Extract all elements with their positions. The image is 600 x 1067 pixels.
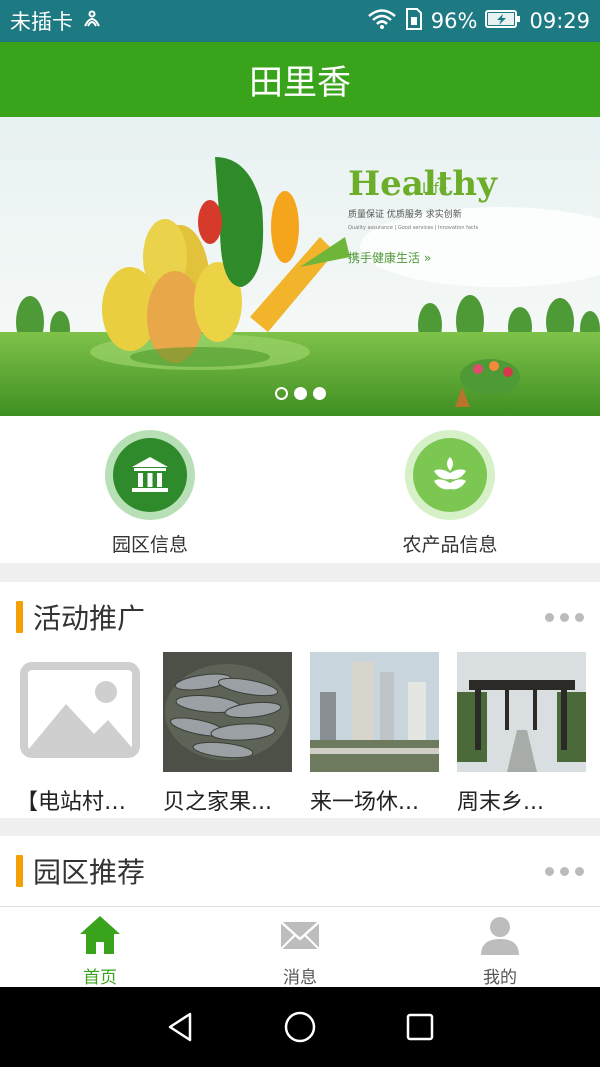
activity-caption: 来一场休... (310, 790, 419, 815)
system-nav-bar (0, 987, 600, 1067)
parks-section: 园区推荐 (0, 836, 600, 906)
section-accent-bar (16, 855, 23, 887)
city-photo (310, 652, 439, 772)
sim-card-icon (405, 7, 423, 36)
wheat-icon (413, 438, 487, 512)
app-header: 田里香 (0, 42, 600, 117)
gate-photo (457, 652, 586, 772)
activity-caption: 周末乡... (457, 790, 544, 815)
product-info-label: 农产品信息 (402, 534, 498, 556)
clock: 09:29 (529, 9, 590, 33)
fish-photo (163, 652, 292, 772)
parks-more-button[interactable] (545, 866, 584, 876)
product-info-button[interactable]: 农产品信息 (300, 416, 600, 563)
home-icon (78, 913, 122, 961)
carousel-dot-active[interactable] (293, 387, 307, 400)
recents-square-icon[interactable] (400, 1007, 440, 1047)
mail-icon (278, 913, 322, 961)
carousel-indicator (0, 387, 600, 400)
activity-caption: 贝之家果... (163, 790, 272, 815)
park-info-label: 园区信息 (111, 534, 188, 556)
banner-brand-small: Life (422, 181, 447, 197)
tab-messages-label: 消息 (283, 968, 317, 988)
person-icon (478, 913, 522, 961)
tab-home[interactable]: 首页 (0, 907, 200, 988)
banner-line2: Quality assurance | Good services | Inno… (348, 225, 479, 231)
activities-title: 活动推广 (33, 602, 146, 635)
banner-carousel[interactable]: Healthy Life 质量保证 优质服务 求实创新 Quality assu… (0, 117, 600, 416)
activity-caption: 【电站村】... (16, 790, 145, 815)
carousel-dot[interactable] (274, 387, 288, 400)
building-icon (113, 438, 187, 512)
status-bar: 未插卡 96% 09:29 (0, 0, 600, 42)
tab-profile-label: 我的 (483, 968, 517, 988)
battery-percent: 96% (430, 9, 478, 33)
parks-title: 园区推荐 (33, 856, 146, 889)
quick-links: 园区信息 农产品信息 (0, 416, 600, 563)
section-accent-bar (16, 601, 23, 633)
battery-icon (485, 9, 521, 34)
banner-slogan: 携手健康生活 » (348, 250, 431, 265)
activity-card[interactable]: 贝之家果... (163, 652, 292, 816)
banner-image: Healthy Life 质量保证 优质服务 求实创新 Quality assu… (0, 117, 600, 416)
placeholder-image-icon (16, 652, 145, 772)
activity-card[interactable]: 来一场休... (310, 652, 439, 816)
sim-icon (81, 8, 103, 35)
activity-card[interactable]: 周末乡... (457, 652, 586, 816)
back-icon[interactable] (160, 1007, 200, 1047)
carrier-text: 未插卡 (10, 10, 73, 34)
wifi-icon (367, 8, 397, 35)
bottom-tab-bar: 首页 消息 我的 (0, 906, 600, 988)
carousel-dot[interactable] (312, 387, 326, 400)
tab-messages[interactable]: 消息 (200, 907, 400, 988)
activity-card[interactable]: 【电站村】... (16, 652, 145, 816)
app-title: 田里香 (249, 63, 351, 103)
park-info-button[interactable]: 园区信息 (0, 416, 300, 563)
banner-line1: 质量保证 优质服务 求实创新 (348, 208, 462, 220)
home-circle-icon[interactable] (280, 1007, 320, 1047)
activities-more-button[interactable] (545, 612, 584, 622)
activities-list: 【电站村】... 贝之家果... 来一场休... 周末乡... (0, 652, 600, 816)
tab-home-label: 首页 (83, 968, 117, 988)
activities-section: 活动推广 【电站村】... 贝之家果... 来一场休... 周末乡... (0, 582, 600, 818)
tab-profile[interactable]: 我的 (400, 907, 600, 988)
